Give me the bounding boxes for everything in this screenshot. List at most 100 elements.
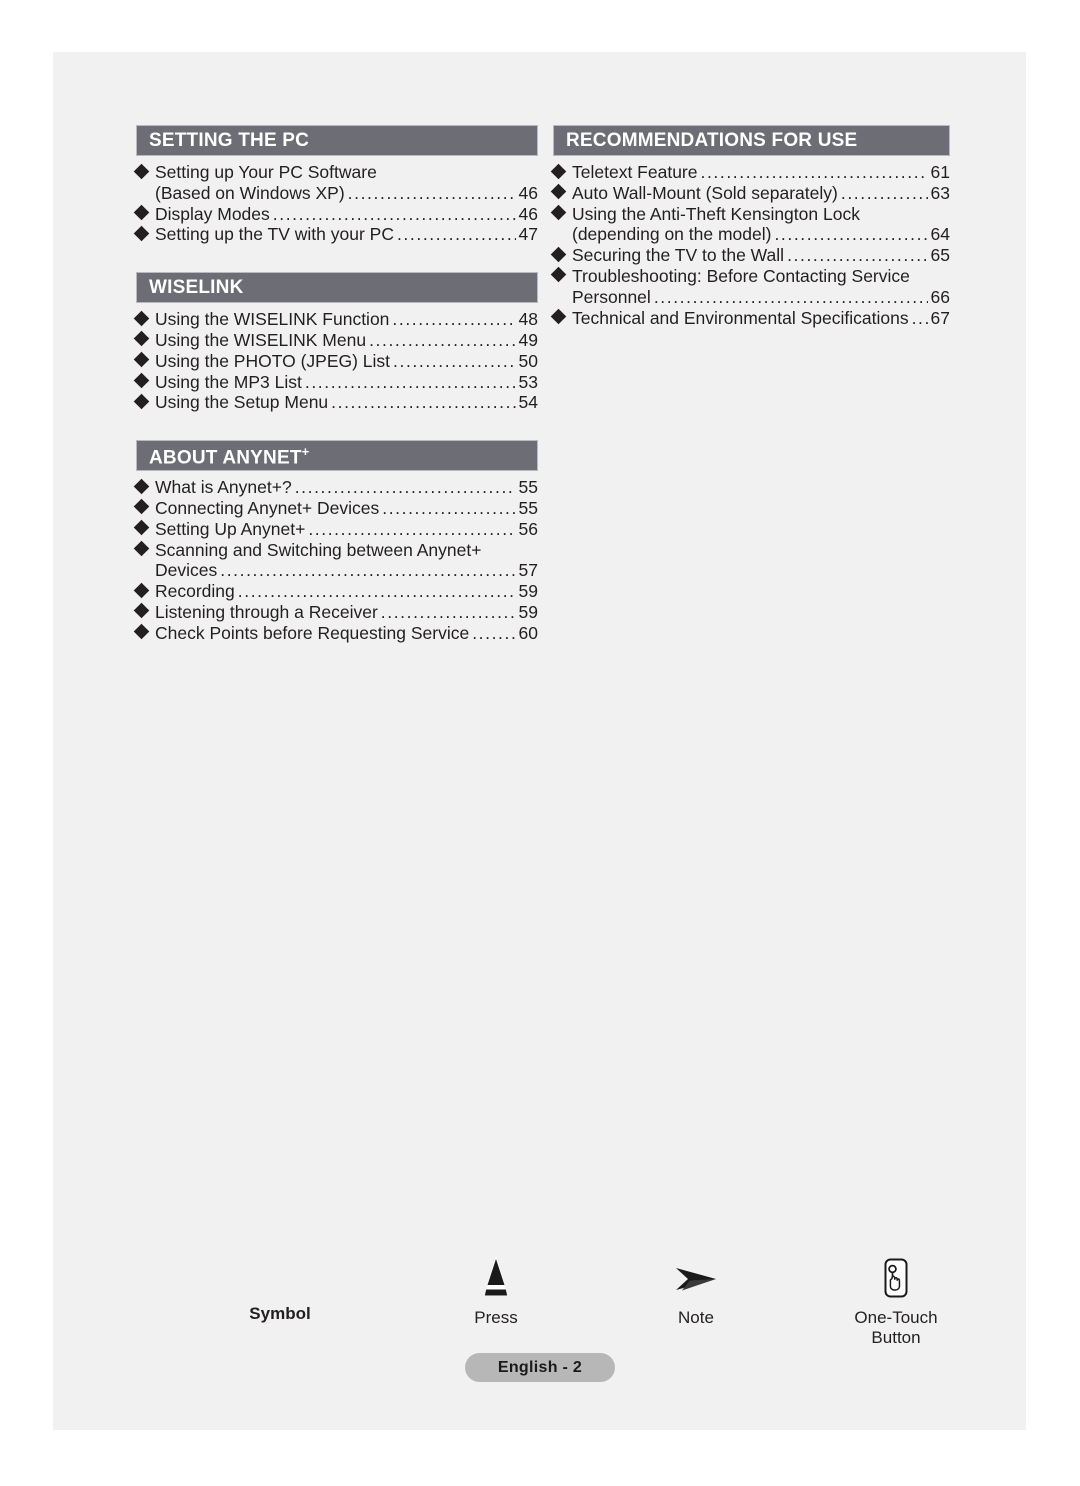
- toc-entry-line: (depending on the model) 64: [572, 224, 950, 245]
- toc-entry[interactable]: Connecting Anynet+ Devices 55: [133, 498, 538, 519]
- dot-leader: [220, 560, 515, 581]
- toc-entry-line: Using the PHOTO (JPEG) List 50: [155, 351, 538, 372]
- diamond-bullet-icon: [133, 163, 150, 179]
- diamond-bullet-icon: [133, 582, 150, 598]
- toc-entry-text: Setting up the TV with your PC: [155, 224, 394, 245]
- section-title: SETTING THE PC: [149, 130, 310, 151]
- diamond-bullet-icon: [133, 623, 150, 640]
- dot-leader: [238, 581, 516, 602]
- toc-section-recommendations-for-use: RECOMMENDATIONS FOR USE Teletext Feature 6…: [550, 125, 950, 329]
- toc-entry-text: Connecting Anynet+ Devices: [155, 497, 380, 518]
- dot-leader: [348, 183, 516, 204]
- toc-entry-line: Securing the TV to the Wall 65: [572, 245, 950, 266]
- dot-leader: [305, 372, 516, 393]
- toc-entry[interactable]: Auto Wall-Mount (Sold separately) 63: [550, 183, 950, 204]
- toc-entry-text: Devices: [155, 560, 218, 581]
- toc-entry-line: Check Points before Requesting Service 60: [155, 623, 538, 644]
- toc-entry-text: Auto Wall-Mount (Sold separately): [572, 182, 838, 203]
- toc-entry[interactable]: Using the Setup Menu 54: [133, 392, 538, 413]
- diamond-bullet-icon: [550, 267, 567, 283]
- toc-entry-line: (Based on Windows XP) 46: [155, 183, 538, 204]
- toc-entry-text: Check Points before Requesting Service: [155, 622, 470, 643]
- toc-entry-text: Scanning and Switching between Anynet+: [155, 539, 482, 560]
- toc-section-about-anynet: ABOUT ANYNET+ What is Anynet+?55Connectin…: [133, 440, 538, 644]
- toc-entry-line: Using the Setup Menu 54: [155, 392, 538, 413]
- toc-entry-text: Using the Anti-Theft Kensington Lock: [572, 203, 860, 224]
- toc-page-number: 67: [930, 307, 950, 328]
- section-header-recommendations-for-use: RECOMMENDATIONS FOR USE: [553, 125, 950, 156]
- toc-entry-line: Scanning and Switching between Anynet+: [155, 540, 538, 561]
- diamond-bullet-icon: [133, 352, 150, 368]
- toc-column-right: RECOMMENDATIONS FOR USE Teletext Feature 6…: [550, 125, 950, 329]
- toc-entry[interactable]: Using the WISELINK Menu 49: [133, 330, 538, 351]
- toc-entry[interactable]: Scanning and Switching between Anynet+ De…: [133, 540, 538, 582]
- toc-entry-text: Securing the TV to the Wall: [572, 245, 785, 266]
- toc-entry-line: Listening through a Receiver 59: [155, 602, 538, 623]
- section-title: ABOUT ANYNET+: [149, 443, 310, 468]
- toc-page-number: 59: [518, 581, 538, 602]
- legend-note-label: Note: [678, 1308, 714, 1327]
- diamond-bullet-icon: [133, 310, 150, 326]
- toc-page-number: 65: [930, 245, 950, 266]
- toc-entry-text: (depending on the model): [572, 224, 772, 245]
- legend-symbol-label: Symbol: [249, 1304, 311, 1323]
- toc-entry-text: Using the MP3 List: [155, 371, 302, 392]
- toc-entry[interactable]: Technical and Environmental Specificatio…: [550, 307, 950, 329]
- toc-entry-line: Setting Up Anynet+ 56: [155, 519, 538, 540]
- dot-leader: [393, 351, 516, 372]
- symbol-legend: Symbol Press Note One-Touch Button: [136, 1252, 946, 1362]
- toc-page-number: 54: [518, 392, 538, 413]
- legend-symbol-heading: Symbol: [210, 1304, 350, 1324]
- legend-one-touch-label-line2: Button: [871, 1328, 921, 1347]
- toc-entry[interactable]: Using the Anti-Theft Kensington Lock (dep…: [550, 203, 950, 246]
- toc-entry[interactable]: Using the WISELINK Function 48: [133, 309, 538, 330]
- toc-page-number: 48: [518, 309, 538, 330]
- dot-leader: [381, 602, 516, 623]
- legend-item-one-touch-button: One-Touch Button: [826, 1252, 966, 1348]
- toc-entry[interactable]: Using the PHOTO (JPEG) List 50: [133, 351, 538, 372]
- toc-entry-text: Using the Setup Menu: [155, 392, 329, 413]
- toc-entry[interactable]: Securing the TV to the Wall 65: [550, 245, 950, 266]
- diamond-bullet-icon: [133, 519, 150, 536]
- toc-entry-line: Devices 57: [155, 560, 538, 581]
- dot-leader: [382, 498, 515, 519]
- section-entries: Setting up Your PC Software (Based on Win…: [133, 162, 538, 245]
- toc-entry[interactable]: Setting up the TV with your PC 47: [133, 224, 538, 245]
- page-number-badge: English - 2: [465, 1353, 615, 1382]
- legend-item-note: Note: [626, 1252, 766, 1328]
- toc-page-number: 60: [518, 622, 538, 643]
- toc-page-number: 57: [518, 560, 538, 581]
- toc-entry[interactable]: Display Modes 46: [133, 203, 538, 225]
- toc-page-number: 63: [930, 182, 950, 203]
- toc-page-number: 47: [518, 224, 538, 245]
- toc-entry[interactable]: Teletext Feature 61: [550, 162, 950, 183]
- toc-entry[interactable]: Listening through a Receiver 59: [133, 602, 538, 623]
- toc-entry[interactable]: Troubleshooting: Before Contacting Servi…: [550, 266, 950, 308]
- section-entries: Teletext Feature61Auto Wall-Mount (Sold …: [550, 162, 950, 329]
- toc-entry[interactable]: What is Anynet+? 55: [133, 477, 538, 498]
- toc-entry[interactable]: Recording 59: [133, 581, 538, 602]
- section-header-wiselink: WISELINK: [136, 272, 538, 304]
- toc-entry[interactable]: Check Points before Requesting Service 60: [133, 623, 538, 644]
- toc-entry-line: Setting up Your PC Software: [155, 162, 538, 183]
- diamond-bullet-icon: [550, 184, 567, 200]
- toc-entry[interactable]: Setting Up Anynet+ 56: [133, 519, 538, 540]
- toc-entry[interactable]: Using the MP3 List 53: [133, 371, 538, 393]
- toc-entry-text: Setting Up Anynet+: [155, 518, 306, 539]
- toc-page-number: 50: [518, 350, 538, 371]
- toc-entry-line: Connecting Anynet+ Devices 55: [155, 498, 538, 519]
- toc-entry-text: What is Anynet+?: [155, 477, 292, 498]
- diamond-bullet-icon: [550, 204, 567, 221]
- toc-page-number: 46: [518, 203, 538, 224]
- toc-entry-text: Personnel: [572, 286, 651, 307]
- section-entries: Using the WISELINK Function48Using the W…: [133, 309, 538, 413]
- dot-leader: [369, 330, 515, 351]
- toc-entry-line: Auto Wall-Mount (Sold separately) 63: [572, 183, 950, 204]
- toc-page-number: 64: [930, 224, 950, 245]
- diamond-bullet-icon: [133, 225, 150, 242]
- manual-page: SETTING THE PC Setting up Your PC Softwar…: [53, 52, 1026, 1430]
- diamond-bullet-icon: [133, 603, 150, 619]
- toc-entry[interactable]: Setting up Your PC Software (Based on Win…: [133, 162, 538, 204]
